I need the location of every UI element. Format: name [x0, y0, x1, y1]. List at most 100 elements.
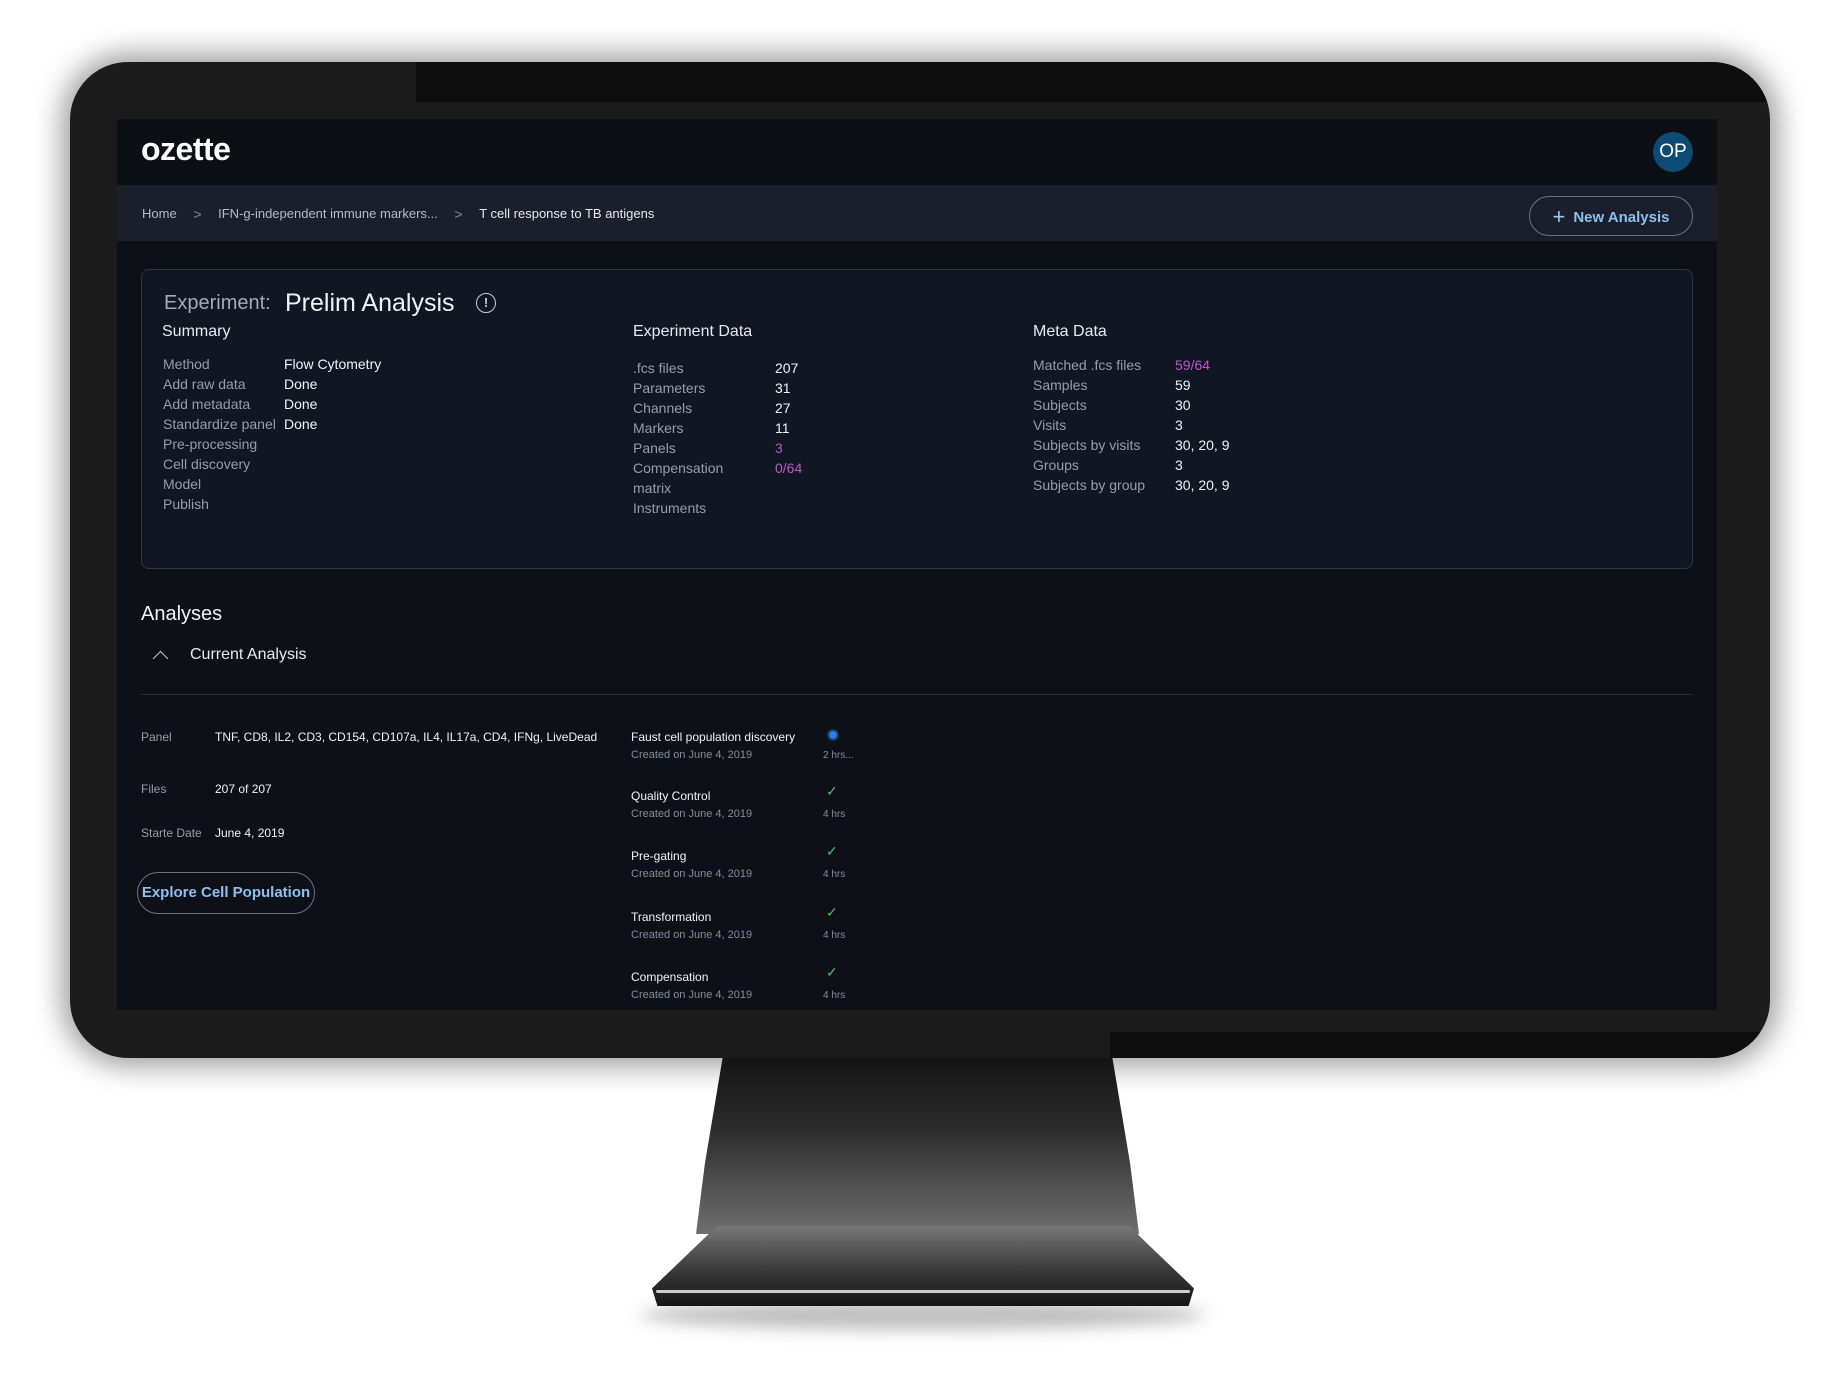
step-duration: 4 hrs: [823, 990, 846, 1001]
summary-value: Flow Cytometry: [284, 356, 382, 372]
meta-data-key: Samples: [1033, 377, 1088, 393]
top-bar: ozette OP: [117, 119, 1717, 185]
check-icon: ✓: [826, 843, 838, 859]
experiment-data-key: Parameters: [633, 380, 706, 396]
experiment-data-key: .fcs files: [633, 360, 684, 376]
summary-key: Method: [163, 356, 210, 372]
experiment-data-row: Compensation 0/64: [633, 460, 933, 480]
step-created: Created on June 4, 2019: [631, 808, 753, 820]
plus-icon: +: [1552, 204, 1566, 229]
step-created: Created on June 4, 2019: [631, 868, 753, 880]
start-date-label: Starte Date: [141, 826, 202, 840]
step-duration: 4 hrs: [823, 869, 846, 880]
app-logo[interactable]: ozette: [141, 131, 231, 168]
experiment-data-value: 207: [775, 360, 799, 376]
experiment-data-row: Panels 3: [633, 440, 933, 460]
current-analysis-toggle[interactable]: Current Analysis: [190, 646, 307, 664]
breadcrumb-item-current: T cell response to TB antigens: [479, 206, 655, 222]
analysis-step[interactable]: Faust cell population discovery Created …: [631, 730, 931, 780]
meta-data-key: Visits: [1033, 417, 1067, 433]
analysis-step[interactable]: Pre-gating Created on June 4, 2019 ✓ 4 h…: [631, 843, 931, 899]
compensation-link[interactable]: 0/64: [775, 460, 802, 476]
summary-key: Add raw data: [163, 376, 246, 392]
meta-data-row: Matched .fcs files 59/64: [1033, 357, 1333, 377]
chevron-right-icon: >: [193, 205, 202, 222]
step-name: Quality Control: [631, 789, 711, 803]
experiment-data-row: Markers 11: [633, 420, 933, 440]
explore-cell-population-button[interactable]: Explore Cell Population: [137, 872, 315, 914]
user-avatar[interactable]: OP: [1653, 132, 1693, 172]
meta-data-value: 3: [1175, 417, 1183, 433]
panels-link[interactable]: 3: [775, 440, 783, 456]
chevron-right-icon: >: [454, 205, 463, 222]
experiment-data-row: Channels 27: [633, 400, 933, 420]
analysis-step[interactable]: Compensation Created on June 4, 2019 ✓ 4…: [631, 964, 931, 1010]
step-duration: 4 hrs: [823, 809, 846, 820]
meta-data-value: 30, 20, 9: [1175, 477, 1230, 493]
meta-data-row: Subjects 30: [1033, 397, 1333, 417]
meta-data-value: 3: [1175, 457, 1183, 473]
files-label: Files: [141, 782, 167, 796]
experiment-data-key: Panels: [633, 440, 676, 456]
new-analysis-label: New Analysis: [1573, 209, 1670, 226]
meta-data-key: Groups: [1033, 457, 1079, 473]
step-created: Created on June 4, 2019: [631, 989, 753, 1001]
meta-data-row: Subjects by visits 30, 20, 9: [1033, 437, 1333, 457]
summary-value: Done: [284, 376, 318, 392]
check-icon: ✓: [826, 964, 838, 980]
summary-key: Pre-processing: [163, 436, 258, 452]
meta-data-value: 59: [1175, 377, 1191, 393]
experiment-data-value: 27: [775, 400, 791, 416]
chevron-up-icon[interactable]: [152, 650, 169, 667]
analysis-step[interactable]: Quality Control Created on June 4, 2019 …: [631, 783, 931, 839]
summary-key: Publish: [163, 496, 209, 512]
experiment-data-value: 11: [775, 420, 790, 436]
app-screen: ozette OP Home > IFN-g-independent immun…: [117, 119, 1717, 1010]
experiment-data-key: matrix: [633, 480, 672, 496]
experiment-data-key: Markers: [633, 420, 684, 436]
meta-data-row: Subjects by group 30, 20, 9: [1033, 477, 1333, 497]
experiment-data-row: matrix: [633, 480, 933, 500]
summary-row: Add raw data Done: [163, 376, 523, 396]
start-date-value: June 4, 2019: [215, 826, 285, 840]
summary-heading: Summary: [162, 323, 231, 340]
experiment-data-row: Instruments: [633, 500, 933, 520]
meta-data-key: Subjects by group: [1033, 477, 1146, 493]
matched-files-link[interactable]: 59/64: [1175, 357, 1210, 373]
summary-row: Pre-processing: [163, 436, 523, 456]
panel-label: Panel: [141, 730, 172, 744]
monitor-base: [652, 1226, 1194, 1306]
experiment-title: Prelim Analysis: [285, 289, 455, 317]
experiment-data-row: .fcs files 207: [633, 360, 933, 380]
monitor-bezel: ozette OP Home > IFN-g-independent immun…: [70, 62, 1770, 1058]
experiment-data-key: Channels: [633, 400, 693, 416]
monitor-neck: [696, 1058, 1139, 1234]
divider: [141, 694, 1693, 695]
panel-value: TNF, CD8, IL2, CD3, CD154, CD107a, IL4, …: [215, 730, 598, 744]
summary-row: Model: [163, 476, 523, 496]
summary-value: Done: [284, 396, 318, 412]
breadcrumb-item-project[interactable]: IFN-g-independent immune markers...: [218, 206, 438, 221]
breadcrumb-item-home[interactable]: Home: [142, 206, 177, 221]
info-icon[interactable]: !: [476, 293, 496, 313]
check-icon: ✓: [826, 783, 838, 799]
meta-data-value: 30, 20, 9: [1175, 437, 1230, 453]
running-status-icon: [829, 731, 837, 739]
step-name: Transformation: [631, 910, 712, 924]
experiment-data-heading: Experiment Data: [633, 323, 753, 340]
experiment-card: Experiment: Prelim Analysis ! Summary Me…: [141, 269, 1693, 569]
experiment-data-key: Compensation: [633, 460, 724, 476]
meta-data-list: Matched .fcs files 59/64 Samples 59 Subjec…: [1033, 357, 1333, 497]
summary-key: Cell discovery: [163, 456, 251, 472]
step-created: Created on June 4, 2019: [631, 749, 753, 761]
new-analysis-button[interactable]: + New Analysis: [1529, 196, 1693, 236]
step-name: Faust cell population discovery: [631, 730, 796, 744]
monitor-base-rim: [656, 1290, 1190, 1293]
analysis-step[interactable]: Transformation Created on June 4, 2019 ✓…: [631, 904, 931, 960]
step-name: Compensation: [631, 970, 709, 984]
meta-data-row: Samples 59: [1033, 377, 1333, 397]
meta-data-heading: Meta Data: [1033, 323, 1107, 340]
experiment-data-key: Instruments: [633, 500, 707, 516]
meta-data-row: Groups 3: [1033, 457, 1333, 477]
meta-data-key: Matched .fcs files: [1033, 357, 1142, 373]
